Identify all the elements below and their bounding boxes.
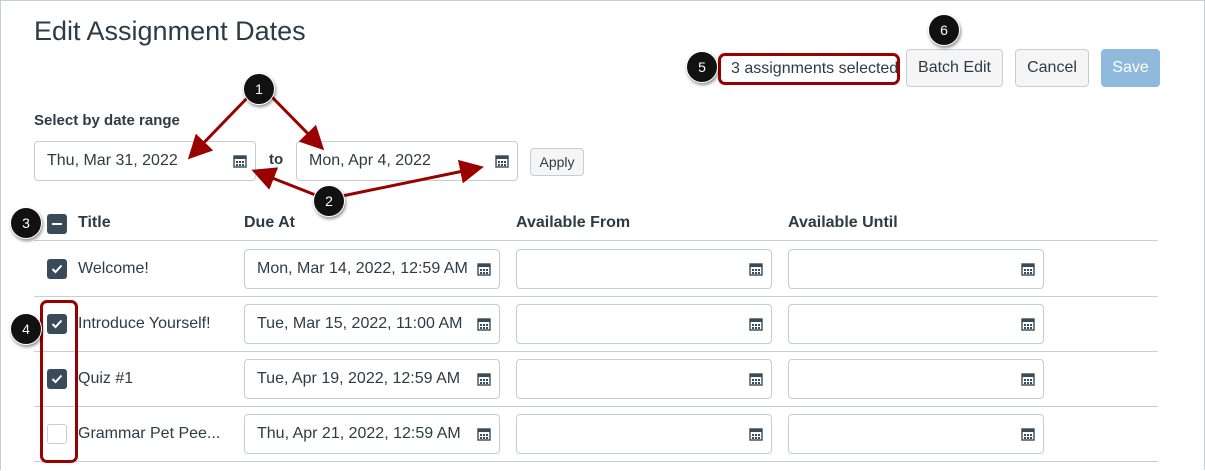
arrow xyxy=(341,159,484,198)
arrow xyxy=(251,167,319,198)
annotation-badge-3: 3 xyxy=(10,207,42,239)
annotation-arrows xyxy=(187,93,484,198)
annotation-badge-4: 4 xyxy=(10,313,42,345)
annotation-badge-6: 6 xyxy=(928,14,960,46)
annotation-badge-5: 5 xyxy=(686,51,718,83)
annotation-badge-2: 2 xyxy=(313,185,345,217)
annotation-badge-1: 1 xyxy=(243,73,275,105)
arrow xyxy=(187,93,252,160)
arrow xyxy=(268,93,325,151)
